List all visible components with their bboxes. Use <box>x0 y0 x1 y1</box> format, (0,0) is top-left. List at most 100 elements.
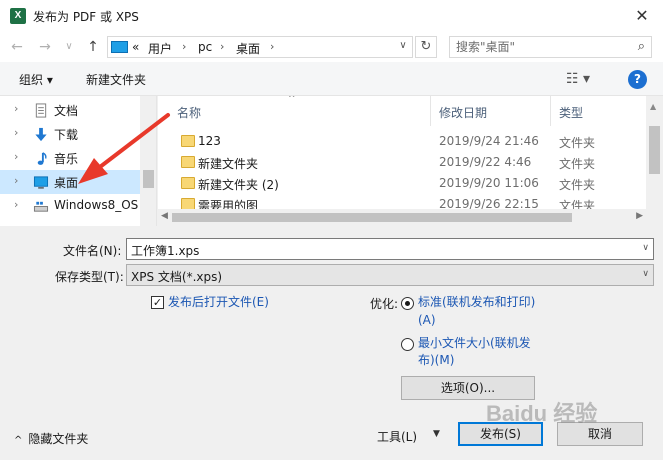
breadcrumb-separator[interactable]: › <box>182 40 186 53</box>
file-row[interactable]: 新建文件夹 2019/9/22 4:46 文件夹 <box>158 153 646 174</box>
file-name: 123 <box>198 134 221 148</box>
folder-icon <box>181 177 195 189</box>
organize-menu[interactable]: 组织 ▾ <box>19 71 53 88</box>
nav-item-desktop[interactable]: › 桌面 <box>0 170 140 194</box>
music-icon <box>37 152 47 165</box>
nav-item-label: 桌面 <box>54 176 79 190</box>
nav-item-label: Windows8_OS <box>54 198 139 212</box>
chevron-down-icon[interactable]: ∨ <box>642 243 649 253</box>
expand-chevron-icon[interactable]: › <box>14 102 18 115</box>
file-list-scrollbar[interactable]: ▲ <box>646 96 663 226</box>
file-date: 2019/9/22 4:46 <box>439 155 532 169</box>
search-input[interactable] <box>456 39 626 55</box>
file-type: 文件夹 <box>559 178 596 192</box>
file-row[interactable]: 新建文件夹 (2) 2019/9/20 11:06 文件夹 <box>158 174 646 195</box>
expand-chevron-icon[interactable]: › <box>14 150 18 163</box>
column-header-label: 名称 <box>177 106 202 120</box>
nav-item-windows-drive[interactable]: › Windows8_OS <box>0 194 140 218</box>
search-icon[interactable]: ⌕ <box>638 39 645 54</box>
open-after-publish-checkbox[interactable]: ✓ <box>151 296 164 309</box>
nav-item-downloads[interactable]: › 下载 <box>0 122 140 146</box>
refresh-button[interactable]: ↻ <box>415 36 437 58</box>
address-dropdown-icon[interactable]: ∨ <box>394 36 412 56</box>
address-bar[interactable]: « 用户 › pc › 桌面 › <box>107 36 413 58</box>
scroll-thumb[interactable] <box>143 170 154 188</box>
desktop-monitor-icon <box>111 41 128 53</box>
open-after-publish-label[interactable]: 发布后打开文件(E) <box>168 294 269 311</box>
column-header-label: 类型 <box>559 106 584 120</box>
search-box[interactable]: ⌕ <box>449 36 652 58</box>
nav-item-label: 文档 <box>54 104 79 118</box>
filetype-value: XPS 文档(*.xps) <box>131 270 223 284</box>
breadcrumb-desktop[interactable]: 桌面 <box>236 40 260 57</box>
expand-chevron-icon[interactable]: › <box>14 198 18 211</box>
new-folder-button[interactable]: 新建文件夹 <box>86 71 146 88</box>
breadcrumb-overflow[interactable]: « <box>132 40 139 54</box>
file-list-horizontal-scrollbar[interactable]: ◀ ▶ <box>158 209 646 226</box>
file-type: 文件夹 <box>559 136 596 150</box>
breadcrumb-pc[interactable]: pc <box>198 40 212 54</box>
title-bar: X 发布为 PDF 或 XPS ✕ <box>0 0 663 32</box>
filename-field[interactable]: 工作簿1.xps ∨ <box>126 238 654 260</box>
chevron-down-icon[interactable]: ∨ <box>642 269 649 279</box>
forward-arrow-icon[interactable]: → <box>34 36 56 58</box>
filetype-select[interactable]: XPS 文档(*.xps) ∨ <box>126 264 654 286</box>
scroll-thumb[interactable] <box>649 126 660 174</box>
file-row[interactable]: 123 2019/9/24 21:46 文件夹 <box>158 132 646 153</box>
tools-dropdown-icon[interactable]: ▼ <box>433 429 440 439</box>
tools-menu[interactable]: 工具(L) <box>377 428 417 445</box>
scroll-thumb[interactable] <box>172 213 572 222</box>
download-icon <box>35 127 47 142</box>
column-header-date[interactable]: 修改日期 <box>431 96 551 126</box>
column-header-type[interactable]: 类型 <box>551 96 646 126</box>
back-arrow-icon[interactable]: ← <box>6 36 28 58</box>
optimize-standard-label-line2[interactable]: (A) <box>418 312 436 329</box>
file-date: 2019/9/20 11:06 <box>439 176 539 190</box>
optimize-minimum-label-line1[interactable]: 最小文件大小(联机发 <box>418 335 531 352</box>
scroll-left-icon[interactable]: ◀ <box>161 211 168 221</box>
nav-item-label: 下载 <box>54 128 79 142</box>
optimize-minimum-label-line2[interactable]: 布)(M) <box>418 352 454 369</box>
optimize-minimum-radio[interactable] <box>401 338 414 351</box>
breadcrumb-users[interactable]: 用户 <box>148 40 172 57</box>
file-list: 名称 ^ 修改日期 类型 123 2019/9/24 21:46 文件夹 新建文… <box>158 96 663 226</box>
baidu-watermark: Baidu 经验 <box>486 401 598 426</box>
filetype-label: 保存类型(T): <box>55 270 124 284</box>
optimize-label: 优化: <box>370 297 399 311</box>
file-name: 新建文件夹 (2) <box>198 178 279 192</box>
help-icon[interactable]: ? <box>628 70 647 89</box>
filename-value: 工作簿1.xps <box>131 244 200 258</box>
nav-item-documents[interactable]: › 文档 <box>0 98 140 122</box>
file-name: 新建文件夹 <box>198 157 259 171</box>
optimize-standard-radio[interactable] <box>401 297 414 310</box>
nav-scrollbar[interactable] <box>140 96 156 226</box>
scroll-up-icon[interactable]: ▲ <box>650 102 656 111</box>
desktop-icon <box>33 176 49 189</box>
filename-label: 文件名(N): <box>63 244 122 258</box>
folder-icon <box>181 135 195 147</box>
column-header-name[interactable]: 名称 ^ <box>158 96 431 126</box>
window-title: 发布为 PDF 或 XPS <box>33 10 139 24</box>
up-arrow-icon[interactable]: ↑ <box>82 36 104 58</box>
view-options-icon[interactable]: ☷ ▾ <box>566 71 590 87</box>
navigation-pane: › 文档 › 下载 › 音乐 › 桌面 › Windows8_OS <box>0 96 157 226</box>
nav-item-music[interactable]: › 音乐 <box>0 146 140 170</box>
hide-folders-toggle[interactable]: ^ 隐藏文件夹 <box>14 430 88 447</box>
expand-chevron-icon[interactable]: › <box>14 174 18 187</box>
sort-indicator-icon: ^ <box>288 96 296 104</box>
close-button[interactable]: ✕ <box>627 4 657 28</box>
file-date: 2019/9/24 21:46 <box>439 134 539 148</box>
column-header-label: 修改日期 <box>439 106 488 120</box>
expand-chevron-icon[interactable]: › <box>14 126 18 139</box>
scroll-right-icon[interactable]: ▶ <box>636 211 643 221</box>
drive-icon <box>33 201 49 212</box>
breadcrumb-separator[interactable]: › <box>270 40 274 53</box>
document-icon <box>35 103 47 118</box>
optimize-standard-label-line1[interactable]: 标准(联机发布和打印) <box>418 294 535 311</box>
nav-item-label: 音乐 <box>54 152 79 166</box>
folder-icon <box>181 156 195 168</box>
hide-folders-label: 隐藏文件夹 <box>28 432 89 446</box>
recent-locations-dropdown-icon[interactable]: ∨ <box>62 36 76 58</box>
breadcrumb-separator[interactable]: › <box>220 40 224 53</box>
excel-icon: X <box>10 8 26 24</box>
